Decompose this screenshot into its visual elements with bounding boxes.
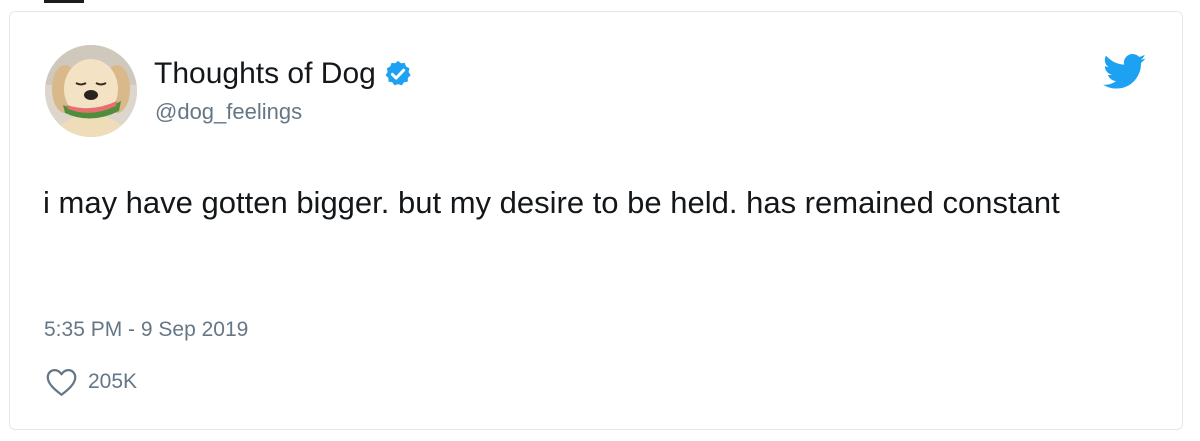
twitter-bird-icon[interactable] [1103, 54, 1147, 90]
like-button[interactable]: 205K [45, 367, 137, 397]
display-name-row[interactable]: Thoughts of Dog [154, 56, 413, 92]
tweet-card: Thoughts of Dog @dog_feelings i may have… [9, 11, 1183, 430]
heart-outline-icon[interactable] [45, 367, 78, 397]
display-name[interactable]: Thoughts of Dog [154, 56, 376, 92]
avatar[interactable] [45, 45, 137, 137]
cropped-heading-fragment [44, 0, 84, 3]
timestamp[interactable]: 5:35 PM - 9 Sep 2019 [44, 317, 248, 343]
dog-avatar-image [45, 45, 137, 137]
like-count: 205K [88, 370, 138, 393]
handle[interactable]: @dog_feelings [155, 99, 302, 125]
tweet-text: i may have gotten bigger. but my desire … [43, 185, 1060, 220]
verified-badge-icon [385, 60, 411, 86]
